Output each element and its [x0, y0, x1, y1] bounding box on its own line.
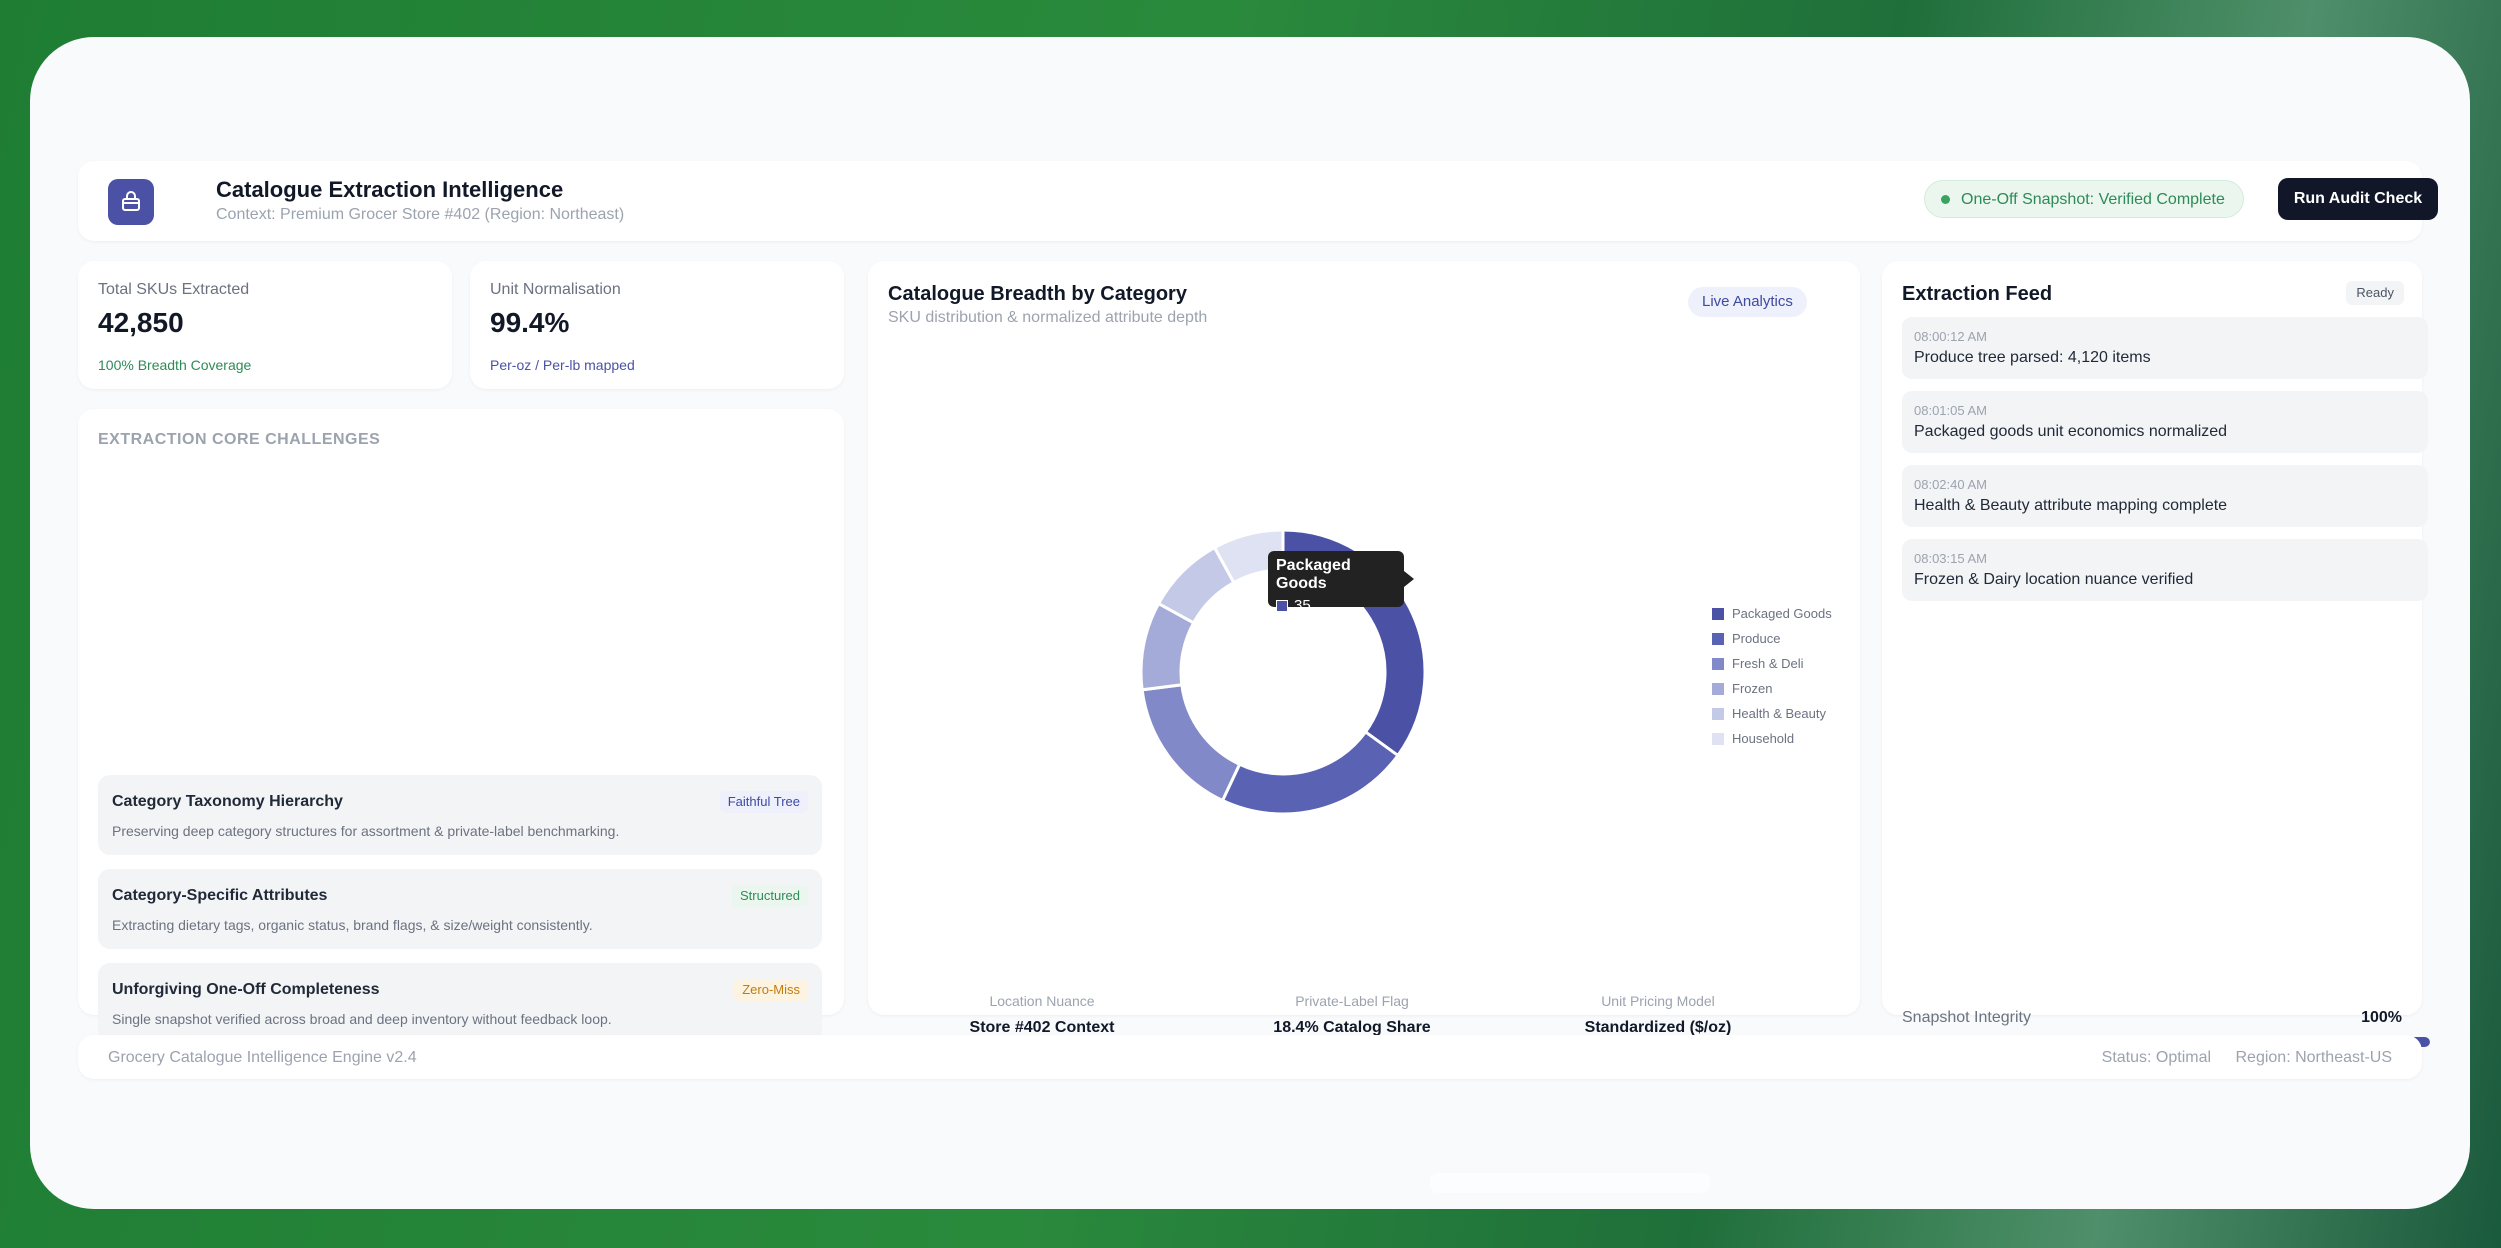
system-status: Status: Optimal: [2101, 1049, 2212, 1066]
kpi-value: 99.4%: [490, 307, 570, 338]
legend-label: Frozen: [1732, 681, 1773, 696]
footer-bar: Grocery Catalogue Intelligence Engine v2…: [78, 1035, 2422, 1079]
feed-message: Frozen & Dairy location nuance verified: [1914, 571, 2194, 588]
kpi-label: Unit Normalisation: [490, 281, 621, 298]
stat-label: Unit Pricing Model: [1601, 993, 1715, 1009]
page-title: Catalogue Extraction Intelligence: [216, 177, 564, 202]
legend-swatch: [1712, 657, 1724, 670]
challenge-badge: Zero-Miss: [734, 979, 808, 1001]
tooltip-swatch: [1276, 599, 1288, 612]
kpi-label: Total SKUs Extracted: [98, 281, 250, 298]
store-context: Context: Premium Grocer Store #402 (Regi…: [216, 206, 625, 223]
kpi-card-total-skus: Total SKUs Extracted 42,850 100% Breadth…: [78, 261, 452, 389]
chart-tooltip: Packaged Goods 35: [1268, 551, 1414, 614]
legend-item[interactable]: Household: [1712, 726, 1832, 751]
header-bar: Catalogue Extraction Intelligence Contex…: [78, 161, 2438, 241]
chart-legend: Packaged Goods Produce Fresh & Deli Frozen H…: [1712, 601, 1832, 751]
legend-item[interactable]: Fresh & Deli: [1712, 651, 1832, 676]
legend-label: Packaged Goods: [1732, 606, 1832, 621]
integrity-value: 100%: [2361, 1009, 2402, 1026]
feed-item: 08:01:05 AM Packaged goods unit economic…: [1902, 391, 2428, 453]
footer-status: Status: Optimal Region: Northeast-US: [2102, 1049, 2392, 1067]
ready-badge: Ready: [2346, 281, 2404, 305]
engine-version: Grocery Catalogue Intelligence Engine v2…: [108, 1049, 417, 1066]
challenge-badge: Faithful Tree: [719, 791, 808, 813]
snapshot-status-badge: One-Off Snapshot: Verified Complete: [1924, 180, 2244, 218]
challenge-description: Single snapshot verified across broad an…: [112, 1011, 612, 1027]
feed-time: 08:01:05 AM: [1914, 403, 1987, 418]
region-status: Region: Northeast-US: [2235, 1049, 2392, 1066]
status-dot-icon: [1941, 195, 1950, 204]
section-label: EXTRACTION CORE CHALLENGES: [98, 431, 381, 448]
legend-swatch: [1712, 682, 1724, 695]
challenge-item: Category-Specific Attributes Extracting …: [98, 869, 822, 949]
legend-item[interactable]: Health & Beauty: [1712, 701, 1832, 726]
feed-message: Produce tree parsed: 4,120 items: [1914, 349, 2151, 366]
challenge-title: Unforgiving One-Off Completeness: [112, 981, 380, 998]
integrity-label: Snapshot Integrity: [1902, 1009, 2031, 1026]
tooltip-arrow: [1404, 571, 1414, 587]
extraction-feed-panel: Extraction Feed Ready 08:00:12 AM Produc…: [1882, 261, 2430, 1047]
live-analytics-badge[interactable]: Live Analytics: [1688, 287, 1807, 317]
donut-slice-produce[interactable]: [1220, 729, 1400, 816]
feed-time: 08:03:15 AM: [1914, 551, 1987, 566]
legend-item[interactable]: Produce: [1712, 626, 1832, 651]
tooltip-value: 35: [1294, 597, 1311, 614]
legend-label: Health & Beauty: [1732, 706, 1826, 721]
feed-time: 08:00:12 AM: [1914, 329, 1987, 344]
legend-swatch: [1712, 707, 1724, 720]
feed-time: 08:02:40 AM: [1914, 477, 1987, 492]
challenges-panel: EXTRACTION CORE CHALLENGES Category Taxo…: [78, 409, 844, 1043]
kpi-card-unit-normalisation: Unit Normalisation 99.4% Per-oz / Per-lb…: [470, 261, 844, 389]
catalogue-breadth-chart-card: Catalogue Breadth by Category SKU distri…: [868, 261, 1860, 1036]
challenge-item: Unforgiving One-Off Completeness Single …: [98, 963, 822, 1043]
feed-item: 08:03:15 AM Frozen & Dairy location nuan…: [1902, 539, 2428, 601]
legend-label: Fresh & Deli: [1732, 656, 1804, 671]
stat-unit-pricing-model: Unit Pricing Model Standardized ($/oz): [1508, 993, 1808, 1037]
app-window: Catalogue Extraction Intelligence Contex…: [30, 37, 2470, 1209]
legend-swatch: [1712, 732, 1724, 745]
kpi-note: Per-oz / Per-lb mapped: [490, 357, 635, 373]
challenge-title: Category Taxonomy Hierarchy: [112, 793, 343, 810]
feed-title: Extraction Feed: [1902, 283, 2053, 305]
legend-label: Produce: [1732, 631, 1781, 646]
run-audit-check-button[interactable]: Run Audit Check: [2278, 178, 2438, 220]
kpi-value: 42,850: [98, 307, 184, 338]
legend-label: Household: [1732, 731, 1795, 746]
feed-item: 08:00:12 AM Produce tree parsed: 4,120 i…: [1902, 317, 2428, 379]
snapshot-status-text: One-Off Snapshot: Verified Complete: [1961, 191, 2225, 208]
challenge-description: Extracting dietary tags, organic status,…: [112, 917, 593, 933]
challenge-item: Category Taxonomy Hierarchy Preserving d…: [98, 775, 822, 855]
feed-item: 08:02:40 AM Health & Beauty attribute ma…: [1902, 465, 2428, 527]
storefront-icon: [108, 179, 154, 225]
challenge-title: Category-Specific Attributes: [112, 887, 328, 904]
chart-title: Catalogue Breadth by Category: [888, 283, 1187, 305]
donut-slice-fresh-deli[interactable]: [1140, 683, 1242, 803]
legend-swatch: [1712, 632, 1724, 645]
legend-item[interactable]: Packaged Goods: [1712, 601, 1832, 626]
stat-location-nuance: Location Nuance Store #402 Context: [892, 993, 1192, 1037]
challenge-description: Preserving deep category structures for …: [112, 823, 620, 839]
tooltip-category: Packaged Goods: [1276, 557, 1351, 592]
stat-private-label-flag: Private-Label Flag 18.4% Catalog Share: [1202, 993, 1502, 1037]
chart-subtitle: SKU distribution & normalized attribute …: [888, 309, 1208, 326]
stat-label: Private-Label Flag: [1295, 993, 1409, 1009]
kpi-note: 100% Breadth Coverage: [98, 357, 252, 373]
stat-label: Location Nuance: [989, 993, 1095, 1009]
legend-item[interactable]: Frozen: [1712, 676, 1832, 701]
feed-message: Packaged goods unit economics normalized: [1914, 423, 2228, 440]
bottom-handle: [1430, 1173, 1710, 1193]
legend-swatch: [1712, 607, 1724, 620]
feed-message: Health & Beauty attribute mapping comple…: [1914, 497, 2228, 514]
challenge-badge: Structured: [732, 885, 808, 907]
